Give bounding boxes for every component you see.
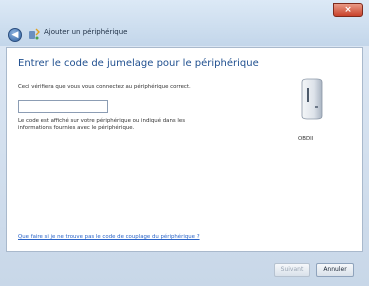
window-title: Ajouter un périphérique — [44, 28, 128, 36]
next-button[interactable]: Suivant — [274, 263, 310, 277]
device-name: OBDII — [298, 136, 314, 142]
wizard-content: Entrer le code de jumelage pour le périp… — [6, 47, 363, 252]
help-text-line: informations fournies avec le périphériq… — [18, 125, 135, 132]
wizard-footer: Suivant Annuler — [0, 252, 369, 286]
device-icon — [301, 78, 323, 120]
close-button[interactable]: × — [333, 3, 363, 17]
bluetooth-device-icon — [29, 28, 40, 40]
title-bar: × ◀ Ajouter un périphérique — [0, 0, 369, 46]
add-device-window: × ◀ Ajouter un périphérique Entrer le co… — [0, 0, 369, 286]
help-text: Le code est affiché sur votre périphériq… — [18, 118, 208, 133]
page-subtitle: Ceci vérifiera que vous vous connectez a… — [18, 84, 191, 90]
page-title: Entrer le code de jumelage pour le périp… — [18, 58, 259, 69]
pairing-code-help-link[interactable]: Que faire si je ne trouve pas le code de… — [18, 234, 200, 240]
cancel-button[interactable]: Annuler — [316, 263, 354, 277]
back-arrow-icon[interactable]: ◀ — [8, 28, 22, 42]
pairing-code-input[interactable] — [18, 100, 108, 113]
